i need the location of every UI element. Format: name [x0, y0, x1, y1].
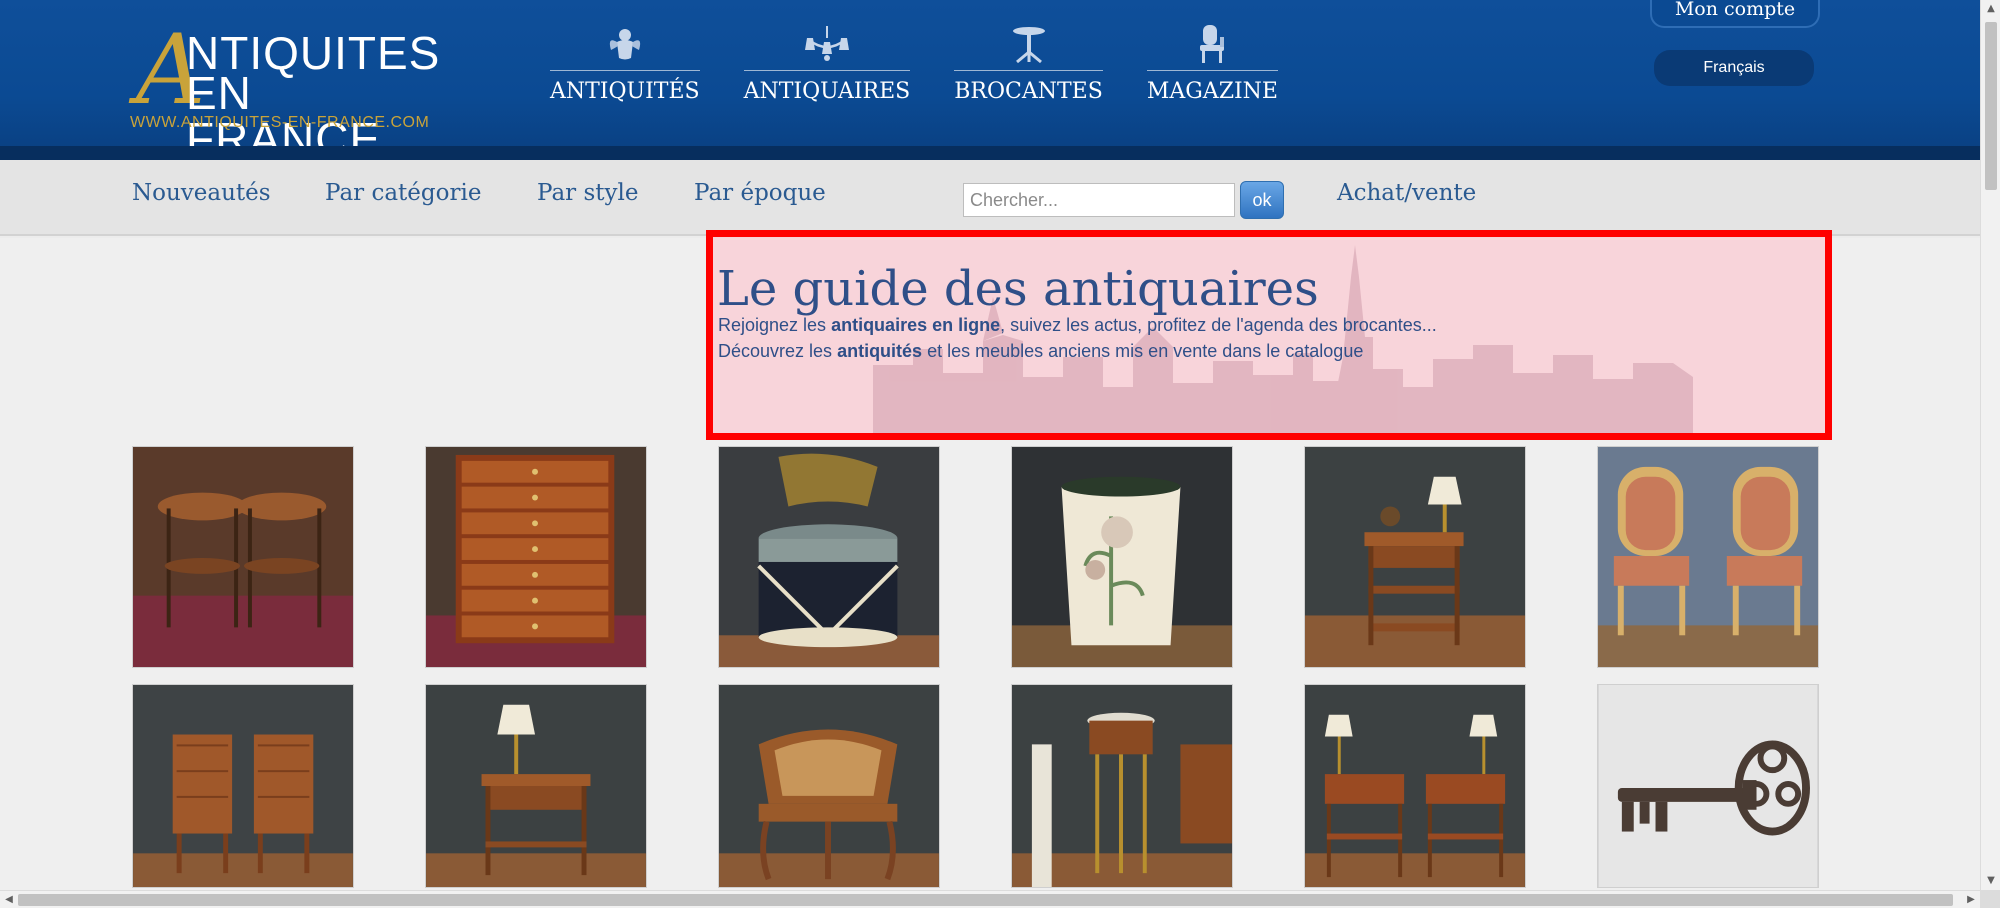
drum-shaped-cabinet-image	[719, 447, 939, 667]
product-thumbnail[interactable]	[1304, 684, 1526, 888]
main-nav: ANTIQUITÉS ANTIQUAIRES BROCANTES MAGAZIN…	[550, 22, 1278, 104]
subnav-par-categorie[interactable]: Par catégorie	[325, 180, 481, 206]
product-thumbnail[interactable]	[425, 684, 647, 888]
pair-of-louis-xvi-armchairs-image	[1598, 447, 1818, 667]
product-thumbnail[interactable]	[132, 446, 354, 668]
subnav-par-style[interactable]: Par style	[537, 180, 638, 206]
language-selector[interactable]: Français	[1654, 50, 1814, 86]
main-nav-label: ANTIQUAIRES	[743, 79, 911, 104]
pair-of-bedside-tables-image	[1305, 685, 1525, 887]
antique-wrought-iron-key-image	[1598, 685, 1818, 887]
site-header: A NTIQUITES EN FRANCE WWW.ANTIQUITES-EN-…	[0, 0, 1980, 162]
horizontal-scrollbar[interactable]: ◀ ▶	[0, 890, 1980, 908]
account-label: Mon compte	[1674, 0, 1796, 20]
scroll-right-arrow-icon[interactable]: ▶	[1962, 891, 1980, 908]
hero-line-2: Découvrez les antiquités et les meubles …	[718, 341, 1363, 362]
account-button[interactable]: Mon compte	[1650, 0, 1820, 28]
main-nav-antiquaires[interactable]: ANTIQUAIRES	[743, 22, 911, 104]
hero-banner: Le guide des antiquaires Rejoignez les a…	[706, 230, 1832, 440]
subnav-achat-vente[interactable]: Achat/vente	[1337, 180, 1476, 206]
main-nav-magazine[interactable]: MAGAZINE	[1146, 22, 1278, 104]
main-nav-label: MAGAZINE	[1146, 79, 1278, 104]
hero-line-1-text: Rejoignez les	[718, 315, 832, 335]
search-input[interactable]	[963, 183, 1235, 217]
antiquites-emphasis: antiquités	[837, 341, 923, 361]
marquetry-chest-of-drawers-image	[426, 447, 646, 667]
pedestal-table-icon	[1005, 22, 1053, 66]
nav-rule	[1146, 70, 1278, 71]
pair-of-cherry-chiffoniers-image	[133, 685, 353, 887]
vertical-scrollbar[interactable]: ▲ ▼	[1980, 0, 2000, 890]
product-thumbnail[interactable]	[1597, 446, 1819, 668]
scroll-left-arrow-icon[interactable]: ◀	[0, 891, 18, 908]
product-thumbnail[interactable]	[425, 446, 647, 668]
product-thumbnail[interactable]	[132, 684, 354, 888]
round-pedestal-side-table-image	[1012, 685, 1232, 887]
main-nav-label: ANTIQUITÉS	[550, 79, 700, 104]
hero-title: Le guide des antiquaires	[717, 261, 1319, 317]
main-nav-label: BROCANTES	[954, 79, 1103, 104]
scroll-up-arrow-icon[interactable]: ▲	[1981, 0, 2000, 18]
subnav-par-epoque[interactable]: Par époque	[694, 180, 826, 206]
product-grid	[132, 446, 1819, 888]
floral-waste-basket-image	[1012, 447, 1232, 667]
product-thumbnail[interactable]	[1011, 446, 1233, 668]
scroll-down-arrow-icon[interactable]: ▼	[1981, 872, 2000, 890]
language-label: Français	[1703, 59, 1765, 76]
walnut-nightstand-with-lamp-image	[1305, 447, 1525, 667]
main-content: Le guide des antiquaires Rejoignez les a…	[0, 230, 1980, 890]
main-nav-brocantes[interactable]: BROCANTES	[954, 22, 1103, 104]
product-thumbnail[interactable]	[718, 684, 940, 888]
hero-line-2-tail: et les meubles anciens mis en vente dans…	[922, 341, 1364, 361]
horizontal-scroll-thumb[interactable]	[18, 894, 1953, 906]
cherub-icon	[601, 22, 649, 66]
hero-line-2-text: Découvrez les	[718, 341, 838, 361]
product-thumbnail[interactable]	[718, 446, 940, 668]
nav-rule	[550, 70, 700, 71]
logo-url: WWW.ANTIQUITES-EN-FRANCE.COM	[130, 114, 430, 131]
chair-icon	[1188, 22, 1236, 66]
product-thumbnail[interactable]	[1597, 684, 1819, 888]
hero-line-1-tail: , suivez les actus, profitez de l'agenda…	[1000, 315, 1437, 335]
main-nav-antiquites[interactable]: ANTIQUITÉS	[550, 22, 700, 104]
antiquaires-en-ligne-emphasis: antiquaires en ligne	[831, 315, 1001, 335]
subnav-nouveautes[interactable]: Nouveautés	[132, 180, 271, 206]
side-table-with-lamp-image	[426, 685, 646, 887]
product-thumbnail[interactable]	[1011, 684, 1233, 888]
scrollbar-corner	[1980, 890, 2000, 908]
hero-line-1: Rejoignez les antiquaires en ligne, suiv…	[718, 315, 1437, 336]
nav-rule	[743, 70, 911, 71]
cane-corner-armchair-image	[719, 685, 939, 887]
search-button[interactable]: ok	[1240, 181, 1284, 219]
pair-of-round-side-tables-image	[133, 447, 353, 667]
vertical-scroll-thumb[interactable]	[1985, 22, 1997, 190]
secondary-nav: Nouveautés Par catégorie Par style Par é…	[0, 160, 1980, 236]
site-logo[interactable]: A NTIQUITES EN FRANCE WWW.ANTIQUITES-EN-…	[130, 22, 450, 162]
nav-rule	[954, 70, 1103, 71]
chandelier-icon	[803, 22, 851, 66]
product-thumbnail[interactable]	[1304, 446, 1526, 668]
